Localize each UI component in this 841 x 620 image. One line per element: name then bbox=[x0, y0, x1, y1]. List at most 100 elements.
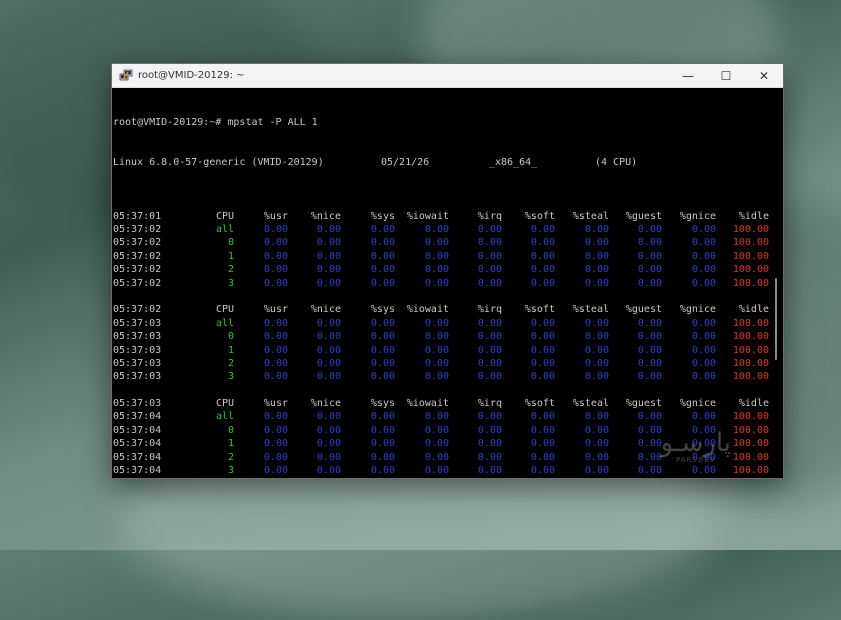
row-time: 05:37:04 bbox=[113, 424, 162, 436]
column-header: %usr bbox=[263, 304, 288, 316]
minimize-button[interactable]: — bbox=[669, 64, 707, 87]
stat-value: 0.00 bbox=[263, 465, 288, 477]
stat-value: 0.00 bbox=[316, 438, 341, 450]
stat-value: 0.00 bbox=[477, 224, 502, 235]
stat-value: 0.00 bbox=[691, 331, 716, 343]
column-header: %idle bbox=[738, 398, 769, 410]
stat-value: 0.00 bbox=[477, 357, 502, 369]
stat-value: 0.00 bbox=[584, 331, 609, 343]
arch-info: _x86_64_ bbox=[489, 157, 538, 169]
stat-value: 0.00 bbox=[530, 424, 555, 436]
window-title: root@VMID-20129: ~ bbox=[138, 70, 245, 81]
cpu-id: all bbox=[215, 411, 234, 423]
column-header: %idle bbox=[738, 304, 769, 316]
idle-value: 100.00 bbox=[732, 357, 769, 369]
column-header: %soft bbox=[524, 304, 555, 316]
stat-value: 0.00 bbox=[263, 317, 288, 329]
stat-value: 0.00 bbox=[370, 357, 395, 369]
cpu-id: 1 bbox=[227, 250, 234, 262]
scrollbar-thumb[interactable] bbox=[775, 278, 777, 360]
column-header: %guest bbox=[625, 398, 662, 410]
stat-value: 0.00 bbox=[370, 465, 395, 477]
stats-row: 05:37:03 3 0.00 0.00 0.00 0.00 0.00 0.00 0.00 0.0… bbox=[113, 370, 769, 383]
idle-value: 100.00 bbox=[732, 438, 769, 450]
stats-row: 05:37:03 1 0.00 0.00 0.00 0.00 0.00 0.00 0.00 0.0… bbox=[113, 344, 769, 357]
stat-value: 0.00 bbox=[637, 438, 662, 450]
column-header: %sys bbox=[370, 210, 395, 222]
stat-value: 0.00 bbox=[370, 250, 395, 262]
stat-value: 0.00 bbox=[584, 264, 609, 276]
row-time: 05:37:03 bbox=[113, 357, 162, 369]
column-header: CPU bbox=[215, 304, 234, 316]
stat-value: 0.00 bbox=[530, 411, 555, 423]
stat-value: 0.00 bbox=[477, 317, 502, 329]
stat-value: 0.00 bbox=[530, 331, 555, 343]
stat-value: 0.00 bbox=[584, 250, 609, 262]
stat-value: 0.00 bbox=[316, 451, 341, 463]
stat-value: 0.00 bbox=[637, 250, 662, 262]
row-time: 05:37:02 bbox=[113, 224, 162, 235]
row-time: 05:37:02 bbox=[113, 237, 162, 249]
header-time: 05:37:01 bbox=[113, 210, 162, 222]
stat-value: 0.00 bbox=[424, 264, 449, 276]
stat-value: 0.00 bbox=[263, 344, 288, 356]
stat-value: 0.00 bbox=[316, 250, 341, 262]
stat-value: 0.00 bbox=[263, 277, 288, 289]
stat-value: 0.00 bbox=[424, 411, 449, 423]
cpu-id: 1 bbox=[227, 344, 234, 356]
idle-value: 100.00 bbox=[732, 250, 769, 262]
stat-value: 0.00 bbox=[424, 317, 449, 329]
stat-value: 0.00 bbox=[637, 344, 662, 356]
idle-value: 100.00 bbox=[732, 277, 769, 289]
row-time: 05:37:02 bbox=[113, 250, 162, 262]
column-header: %gnice bbox=[679, 398, 716, 410]
stat-value: 0.00 bbox=[530, 277, 555, 289]
stat-value: 0.00 bbox=[637, 357, 662, 369]
stats-row: 05:37:03 all 0.00 0.00 0.00 0.00 0.00 0.00 0.00 0… bbox=[113, 317, 769, 330]
stat-value: 0.00 bbox=[263, 357, 288, 369]
stat-value: 0.00 bbox=[370, 371, 395, 383]
column-header: %gnice bbox=[679, 210, 716, 222]
stat-value: 0.00 bbox=[424, 277, 449, 289]
column-header: %irq bbox=[477, 210, 502, 222]
column-header: %nice bbox=[310, 304, 341, 316]
row-time: 05:37:03 bbox=[113, 317, 162, 329]
cpu-id: 2 bbox=[227, 264, 234, 276]
idle-value: 100.00 bbox=[732, 465, 769, 477]
row-time: 05:37:04 bbox=[113, 451, 162, 463]
idle-value: 100.00 bbox=[732, 371, 769, 383]
column-header: %soft bbox=[524, 210, 555, 222]
stat-value: 0.00 bbox=[477, 411, 502, 423]
stat-value: 0.00 bbox=[316, 371, 341, 383]
scrollbar[interactable] bbox=[769, 88, 783, 478]
stat-value: 0.00 bbox=[263, 250, 288, 262]
stats-row: 05:37:02 all 0.00 0.00 0.00 0.00 0.00 0.00 0.00 0… bbox=[113, 223, 769, 236]
stat-value: 0.00 bbox=[584, 411, 609, 423]
maximize-button[interactable]: ☐ bbox=[707, 64, 745, 87]
stats-header-row: 05:37:03 CPU %usr %nice %sys %iowait %irq %soft… bbox=[113, 397, 769, 410]
stats-row: 05:37:03 2 0.00 0.00 0.00 0.00 0.00 0.00 0.00 0.0… bbox=[113, 357, 769, 370]
stat-value: 0.00 bbox=[477, 277, 502, 289]
stat-value: 0.00 bbox=[424, 424, 449, 436]
idle-value: 100.00 bbox=[732, 317, 769, 329]
system-info-line: Linux 6.8.0-57-generic (VMID-20129) 05/2… bbox=[113, 156, 769, 169]
stat-value: 0.00 bbox=[316, 424, 341, 436]
cpu-id: 3 bbox=[227, 371, 234, 383]
stat-value: 0.00 bbox=[691, 277, 716, 289]
close-button[interactable]: ✕ bbox=[745, 64, 783, 87]
column-header: %soft bbox=[524, 398, 555, 410]
stat-value: 0.00 bbox=[316, 344, 341, 356]
column-header: %usr bbox=[263, 210, 288, 222]
stats-row: 05:37:02 0 0.00 0.00 0.00 0.00 0.00 0.00 0.00 0.0… bbox=[113, 236, 769, 249]
idle-value: 100.00 bbox=[732, 451, 769, 463]
title-bar[interactable]: root@VMID-20129: ~ — ☐ ✕ bbox=[112, 64, 783, 88]
stats-row: 05:37:02 1 0.00 0.00 0.00 0.00 0.00 0.00 0.00 0.0… bbox=[113, 250, 769, 263]
stat-value: 0.00 bbox=[370, 344, 395, 356]
terminal-output[interactable]: root@VMID-20129:~# mpstat -P ALL 1 Linux… bbox=[112, 88, 769, 478]
stat-value: 0.00 bbox=[424, 344, 449, 356]
stat-value: 0.00 bbox=[637, 317, 662, 329]
column-header: %irq bbox=[477, 398, 502, 410]
column-header: %usr bbox=[263, 398, 288, 410]
